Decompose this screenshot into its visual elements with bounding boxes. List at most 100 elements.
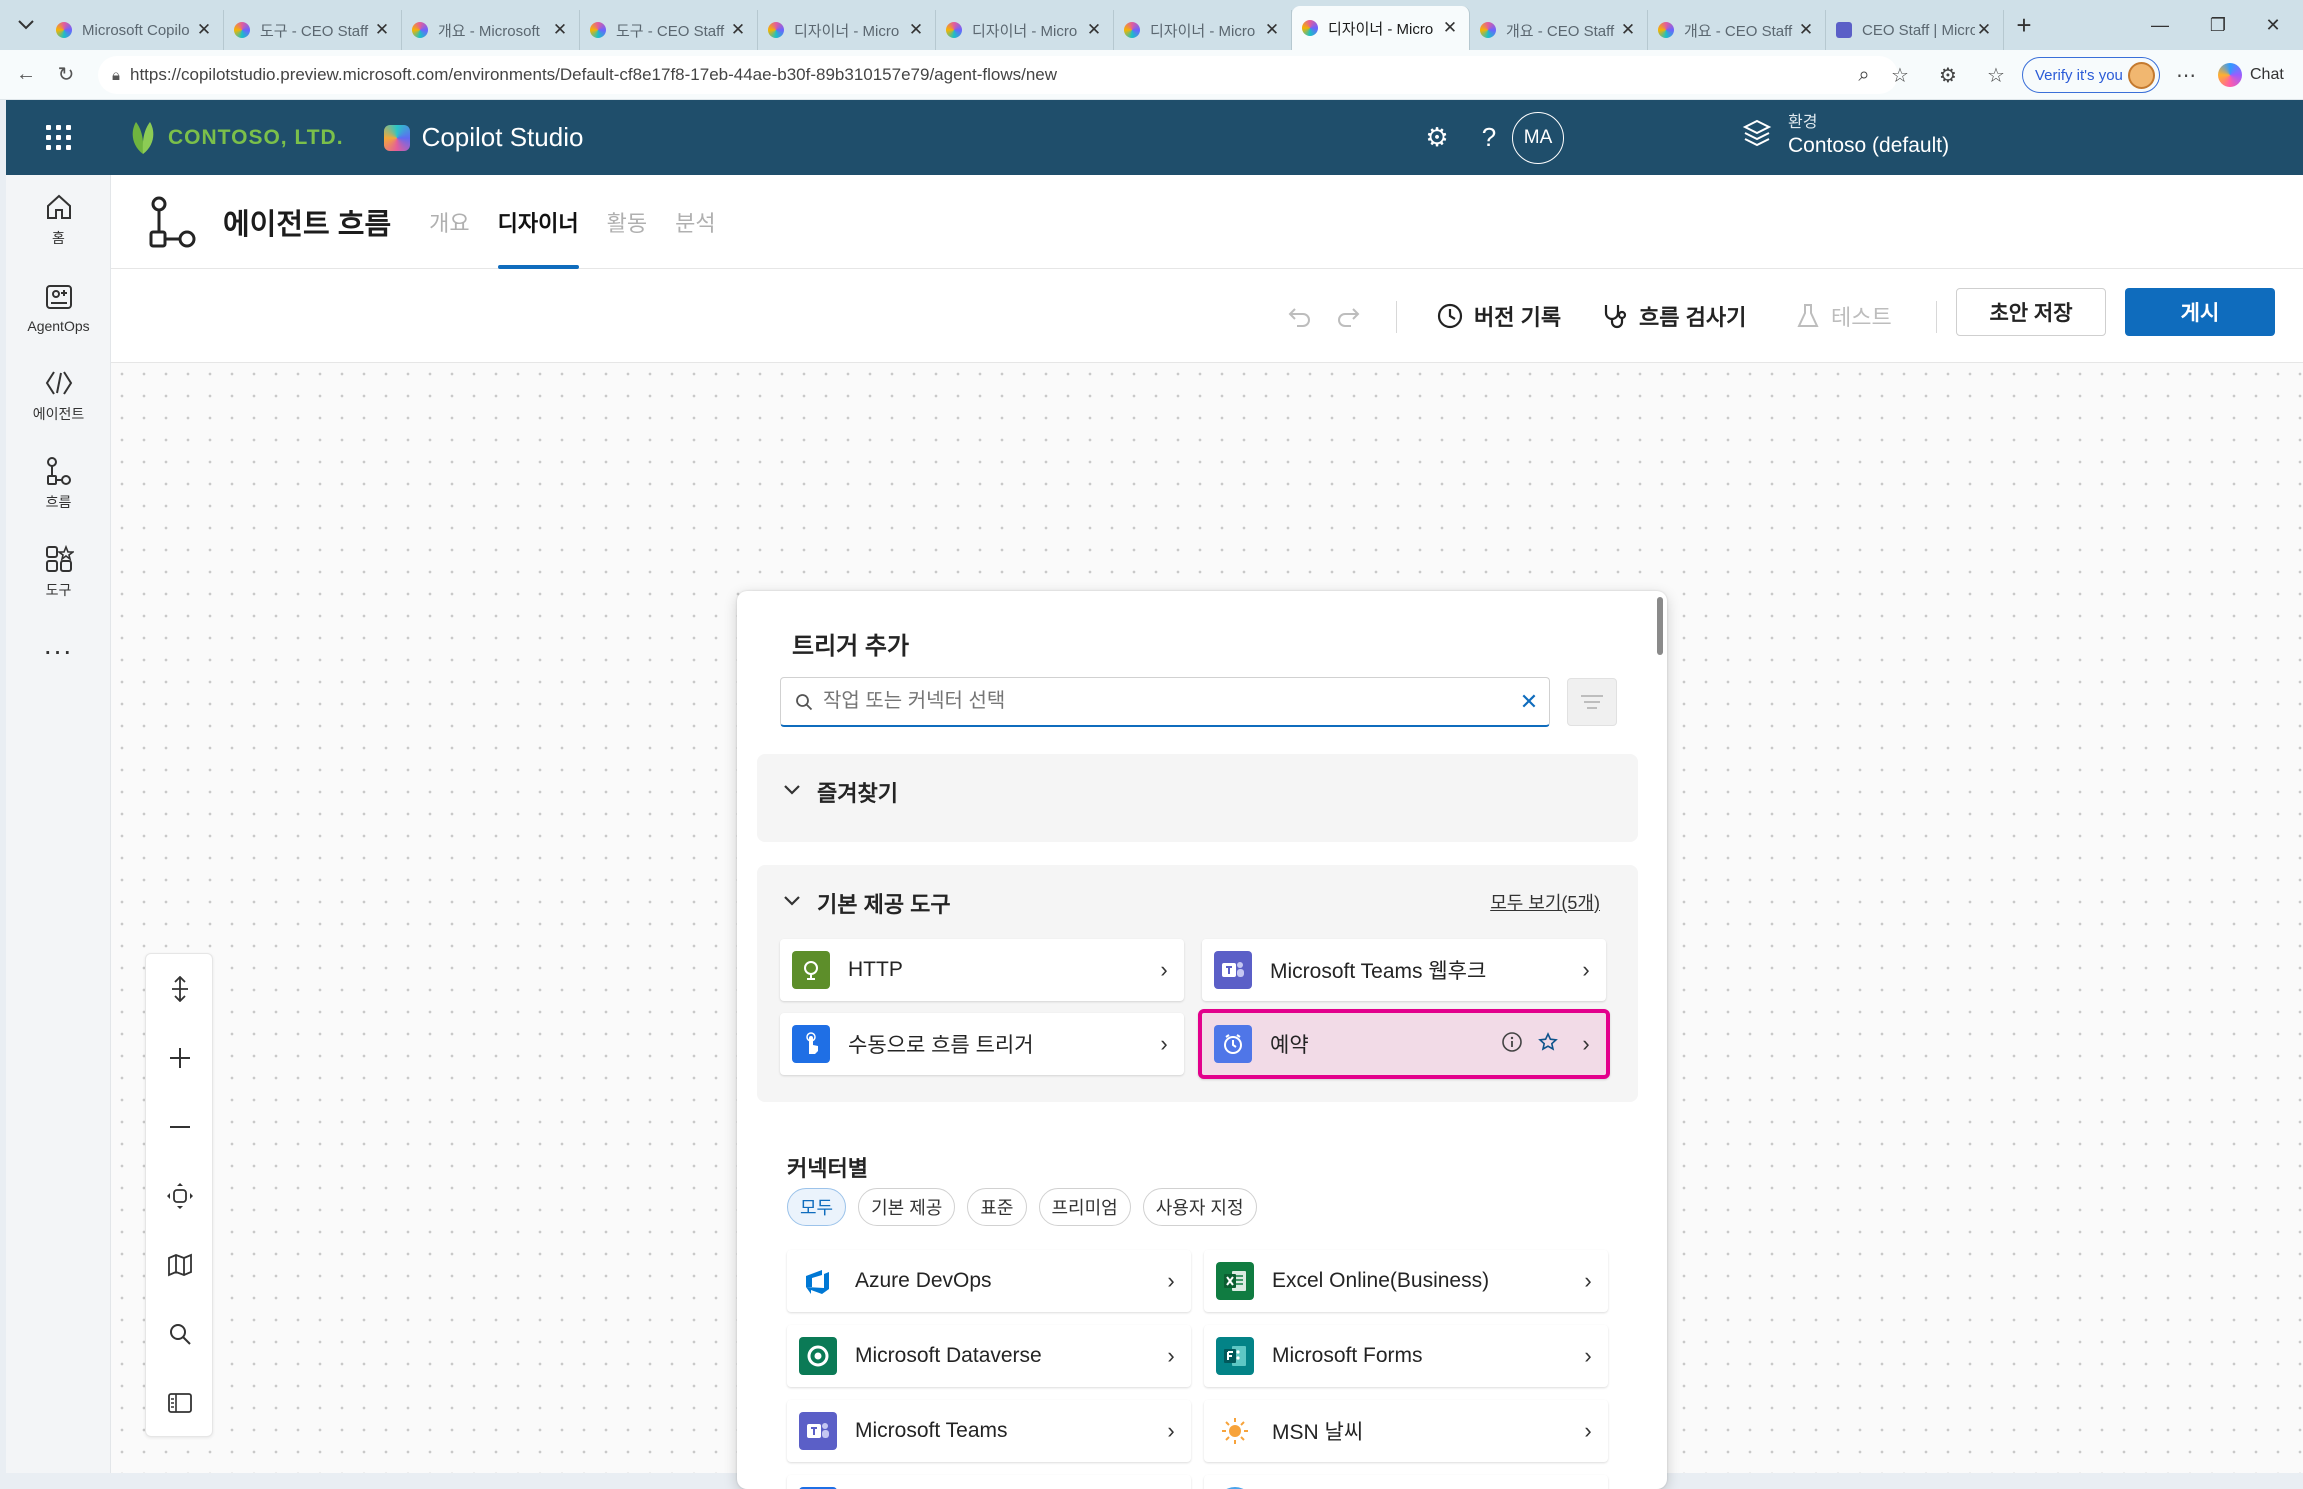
connector-teams[interactable]: Microsoft Teams › — [787, 1400, 1191, 1462]
zoom-icon[interactable]: ⌕ — [1846, 50, 1882, 100]
tab-overview[interactable]: 개요 — [415, 175, 483, 269]
filter-chip-custom[interactable]: 사용자 지정 — [1142, 1188, 1257, 1226]
connector-partial-row[interactable] — [787, 1475, 1191, 1489]
center-view-button[interactable] — [146, 1161, 214, 1230]
close-window-button[interactable]: ✕ — [2243, 0, 2303, 50]
filter-chip-builtin[interactable]: 기본 제공 — [858, 1188, 956, 1226]
filter-chip-all[interactable]: 모두 — [787, 1188, 847, 1226]
favorite-star-icon[interactable] — [1530, 1031, 1566, 1057]
environment-picker[interactable]: 환경 Contoso (default) — [1740, 108, 1949, 158]
close-tab-icon[interactable]: ✕ — [1619, 20, 1637, 40]
save-draft-button[interactable]: 초안 저장 — [1956, 288, 2106, 336]
close-tab-icon[interactable]: ✕ — [1441, 18, 1459, 38]
rail-item-tools[interactable]: 도구 — [6, 527, 111, 615]
help-icon[interactable]: ? — [1464, 100, 1514, 175]
favorite-star-icon[interactable]: ☆ — [1882, 50, 1918, 100]
settings-gear-icon[interactable]: ⚙ — [1412, 100, 1462, 175]
browser-tab[interactable]: 디자이너 - Micro ✕ — [936, 10, 1114, 50]
zoom-in-button[interactable] — [146, 1023, 214, 1092]
rail-item-agentops[interactable]: AgentOps — [6, 263, 111, 351]
url-field[interactable]: 🔒︎ https://copilotstudio.preview.microso… — [98, 56, 1898, 94]
version-history-button[interactable]: 버전 기록 — [1436, 291, 1561, 341]
browser-tab[interactable]: 도구 - CEO Staff ✕ — [224, 10, 402, 50]
copilot-chat-button[interactable]: Chat — [2218, 57, 2296, 93]
builtin-tools-header[interactable]: 기본 제공 도구 — [783, 887, 951, 919]
connector-partial-row[interactable] — [1204, 1475, 1608, 1489]
extensions-icon[interactable]: ⚙ — [1930, 50, 1966, 100]
toggle-panel-button[interactable] — [146, 1368, 214, 1437]
browser-tab-label: 개요 - CEO Staff — [1506, 22, 1615, 40]
browser-tab[interactable]: 디자이너 - Micro ✕ — [758, 10, 936, 50]
publish-button[interactable]: 게시 — [2125, 288, 2275, 336]
filter-chip-premium[interactable]: 프리미엄 — [1038, 1188, 1131, 1226]
close-tab-icon[interactable]: ✕ — [1975, 20, 1993, 40]
redo-button[interactable] — [1335, 291, 1361, 341]
minimap-button[interactable] — [146, 1230, 214, 1299]
filter-button[interactable] — [1567, 678, 1617, 726]
connector-msn-weather[interactable]: MSN 날씨 › — [1204, 1400, 1608, 1462]
rail-item-flows[interactable]: 흐름 — [6, 439, 111, 527]
trigger-schedule[interactable]: 예약 › — [1198, 1009, 1610, 1079]
trigger-manual[interactable]: 수동으로 흐름 트리거 › — [780, 1013, 1184, 1075]
trigger-teams-webhook[interactable]: Microsoft Teams 웹후크 › — [1202, 939, 1606, 1001]
connector-forms[interactable]: Microsoft Forms › — [1204, 1325, 1608, 1387]
close-tab-icon[interactable]: ✕ — [551, 20, 569, 40]
browser-tab[interactable]: Microsoft Copilo ✕ — [46, 10, 224, 50]
connector-dataverse[interactable]: Microsoft Dataverse › — [787, 1325, 1191, 1387]
close-tab-icon[interactable]: ✕ — [729, 20, 747, 40]
connector-excel-online[interactable]: Excel Online(Business) › — [1204, 1250, 1608, 1312]
undo-button[interactable] — [1287, 291, 1313, 341]
rail-more-button[interactable]: ... — [6, 615, 111, 675]
browser-tab[interactable]: 도구 - CEO Staff ✕ — [580, 10, 758, 50]
connector-azure-devops[interactable]: Azure DevOps › — [787, 1250, 1191, 1312]
browser-tab[interactable]: 개요 - Microsoft ✕ — [402, 10, 580, 50]
clear-search-icon[interactable]: ✕ — [1509, 689, 1549, 715]
tab-analytics[interactable]: 분석 — [661, 175, 729, 269]
flow-canvas[interactable]: 트리거 추가 ✕ 즐겨찾기 — [111, 363, 2303, 1489]
rail-item-agents[interactable]: 에이전트 — [6, 351, 111, 439]
browser-tab[interactable]: 디자이너 - Micro ✕ — [1114, 10, 1292, 50]
browser-tab[interactable]: 개요 - CEO Staff ✕ — [1648, 10, 1826, 50]
refresh-button[interactable]: ↻ — [46, 55, 86, 95]
close-tab-icon[interactable]: ✕ — [907, 20, 925, 40]
browser-tab[interactable]: 개요 - CEO Staff ✕ — [1470, 10, 1648, 50]
zoom-out-button[interactable] — [146, 1092, 214, 1161]
back-button[interactable]: ← — [6, 55, 46, 95]
close-tab-icon[interactable]: ✕ — [1085, 20, 1103, 40]
tab-designer[interactable]: 디자이너 — [484, 175, 593, 269]
info-icon[interactable] — [1494, 1031, 1530, 1058]
favorites-header[interactable]: 즐겨찾기 — [783, 776, 898, 808]
app-launcher-button[interactable] — [6, 125, 110, 150]
close-tab-icon[interactable]: ✕ — [373, 20, 391, 40]
test-button[interactable]: 테스트 — [1795, 291, 1892, 341]
browser-tab-bar: Microsoft Copilo ✕ 도구 - CEO Staff ✕ 개요 - Mic… — [0, 0, 2303, 50]
designer-toolbar: 버전 기록 흐름 검사기 테스트 초안 저장 게시 — [111, 269, 2303, 363]
new-tab-button[interactable]: + — [2004, 10, 2044, 41]
trigger-search-input[interactable] — [823, 690, 1509, 713]
rail-item-home[interactable]: 홈 — [6, 175, 111, 263]
filter-chip-standard[interactable]: 표준 — [967, 1188, 1027, 1226]
favorites-list-icon[interactable]: ☆ — [1978, 50, 2014, 100]
trigger-http[interactable]: HTTP › — [780, 939, 1184, 1001]
verify-identity-button[interactable]: Verify it's you — [2022, 57, 2160, 93]
restore-button[interactable]: ❐ — [2188, 0, 2248, 50]
browser-tab[interactable]: CEO Staff | Micro ✕ — [1826, 10, 2004, 50]
panel-scrollbar[interactable] — [1657, 597, 1663, 655]
user-avatar[interactable]: MA — [1512, 112, 1564, 164]
trigger-search-field[interactable]: ✕ — [780, 677, 1550, 727]
minimize-button[interactable]: — — [2130, 0, 2190, 50]
product-name[interactable]: Copilot Studio — [383, 122, 583, 153]
copilot-studio-icon — [412, 22, 428, 38]
tab-activity[interactable]: 활동 — [593, 175, 661, 269]
close-tab-icon[interactable]: ✕ — [1263, 20, 1281, 40]
fit-vertical-button[interactable] — [146, 954, 214, 1023]
search-canvas-button[interactable] — [146, 1299, 214, 1368]
site-info-icon[interactable]: 🔒︎ — [112, 67, 120, 84]
more-options-icon[interactable]: ⋯ — [2168, 50, 2204, 100]
flow-checker-button[interactable]: 흐름 검사기 — [1601, 291, 1746, 341]
close-tab-icon[interactable]: ✕ — [195, 20, 213, 40]
tab-actions-menu-button[interactable] — [6, 5, 46, 45]
see-all-link[interactable]: 모두 보기(5개) — [1490, 889, 1600, 915]
close-tab-icon[interactable]: ✕ — [1797, 20, 1815, 40]
browser-tab[interactable]: 디자이너 - Micro ✕ — [1292, 6, 1470, 50]
